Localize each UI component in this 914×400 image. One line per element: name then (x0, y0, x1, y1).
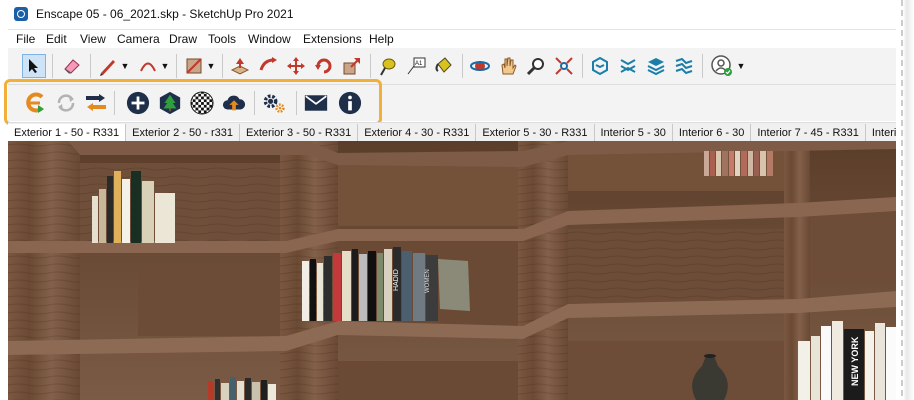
book-spine-hadid: HADID (393, 269, 400, 291)
move-icon (287, 57, 305, 75)
bookshelf-render: HADID WOMEN NEW YORK (8, 141, 896, 400)
model-viewport[interactable]: HADID WOMEN NEW YORK (8, 141, 896, 400)
rectangle-button[interactable] (182, 54, 206, 78)
sketchup-app-icon (14, 7, 28, 21)
books-top-right (704, 151, 773, 176)
zoom-extents-button[interactable] (552, 54, 576, 78)
menu-extensions[interactable]: Extensions (303, 32, 362, 46)
line-button[interactable] (96, 54, 120, 78)
menu-draw[interactable]: Draw (169, 32, 197, 46)
layout-icon (647, 58, 665, 76)
menu-help[interactable]: Help (369, 32, 394, 46)
scene-tab-exterior-1[interactable]: Exterior 1 - 50 - R331 (8, 124, 127, 142)
sketchup-window: Enscape 05 - 06_2021.skp - SketchUp Pro … (0, 0, 914, 400)
follow-me-button[interactable] (256, 54, 280, 78)
sandbox-icon (675, 57, 693, 75)
account-icon (711, 55, 732, 76)
sandbox-button[interactable] (672, 54, 696, 78)
scene-tab-interior-8[interactable]: Interior 8 - 45 - R331 (866, 124, 896, 142)
menu-tools[interactable]: Tools (208, 32, 236, 46)
pan-button[interactable] (496, 54, 520, 78)
pan-hand-icon (501, 57, 517, 75)
orbit-icon (470, 61, 490, 71)
account-dropdown[interactable]: ▼ (736, 54, 746, 78)
scene-tab-exterior-5[interactable]: Exterior 5 - 30 - R331 (476, 124, 595, 142)
rotate-button[interactable] (312, 54, 336, 78)
extension-warehouse-icon (620, 59, 636, 73)
text-label-icon: A1 (407, 57, 426, 75)
menu-bar: File Edit View Camera Draw Tools Window … (8, 30, 896, 48)
torn-edge-decoration (896, 0, 914, 400)
tape-measure-icon (380, 58, 396, 76)
pencil-line-icon (100, 60, 115, 76)
warehouse-icon (592, 56, 608, 76)
menu-camera[interactable]: Camera (117, 32, 160, 46)
enscape-toolbar-highlight (4, 79, 382, 125)
text-button[interactable]: A1 (404, 54, 428, 78)
window-title: Enscape 05 - 06_2021.skp - SketchUp Pro … (36, 7, 294, 21)
paint-bucket-icon (435, 57, 452, 73)
scale-icon (343, 58, 360, 75)
select-arrow-icon (29, 59, 38, 73)
arc-dropdown[interactable]: ▼ (160, 54, 170, 78)
orbit-button[interactable] (468, 54, 492, 78)
shapes-dropdown[interactable]: ▼ (206, 54, 216, 78)
select-button[interactable] (22, 54, 46, 78)
paint-bucket-button[interactable] (432, 54, 456, 78)
push-pull-button[interactable] (228, 54, 252, 78)
line-dropdown[interactable]: ▼ (120, 54, 130, 78)
zoom-icon (526, 58, 544, 76)
menu-window[interactable]: Window (248, 32, 291, 46)
menu-file[interactable]: File (16, 32, 35, 46)
svg-text:A1: A1 (415, 61, 423, 67)
scene-tab-interior-7[interactable]: Interior 7 - 45 - R331 (751, 124, 866, 142)
arc-button[interactable] (136, 54, 160, 78)
rotate-icon (315, 58, 332, 74)
arc-icon (140, 62, 156, 72)
warehouse-button[interactable] (588, 54, 612, 78)
scale-button[interactable] (340, 54, 364, 78)
eraser-icon (64, 59, 80, 74)
scene-tabs: Exterior 1 - 50 - R331 Exterior 2 - 50 - … (8, 122, 896, 143)
book-spine-women: WOMEN (425, 269, 431, 293)
scene-tab-exterior-2[interactable]: Exterior 2 - 50 - r331 (126, 124, 241, 142)
menu-edit[interactable]: Edit (46, 32, 67, 46)
rectangle-icon (186, 58, 202, 74)
book-spine-new-york: NEW YORK (850, 336, 860, 386)
zoom-extents-icon (555, 57, 573, 75)
scene-tab-interior-6[interactable]: Interior 6 - 30 (673, 124, 752, 142)
layout-button[interactable] (644, 54, 668, 78)
scene-tab-interior-5[interactable]: Interior 5 - 30 (595, 124, 673, 142)
scene-tab-exterior-4[interactable]: Exterior 4 - 30 - R331 (358, 124, 477, 142)
title-bar: Enscape 05 - 06_2021.skp - SketchUp Pro … (8, 0, 896, 30)
extension-warehouse-button[interactable] (616, 54, 640, 78)
eraser-button[interactable] (60, 54, 84, 78)
scene-tab-exterior-3[interactable]: Exterior 3 - 50 - R331 (240, 124, 359, 142)
follow-me-icon (259, 57, 277, 71)
menu-view[interactable]: View (80, 32, 106, 46)
tape-measure-button[interactable] (376, 54, 400, 78)
move-button[interactable] (284, 54, 308, 78)
zoom-button[interactable] (524, 54, 548, 78)
account-button[interactable] (710, 54, 734, 78)
push-pull-icon (230, 58, 250, 75)
